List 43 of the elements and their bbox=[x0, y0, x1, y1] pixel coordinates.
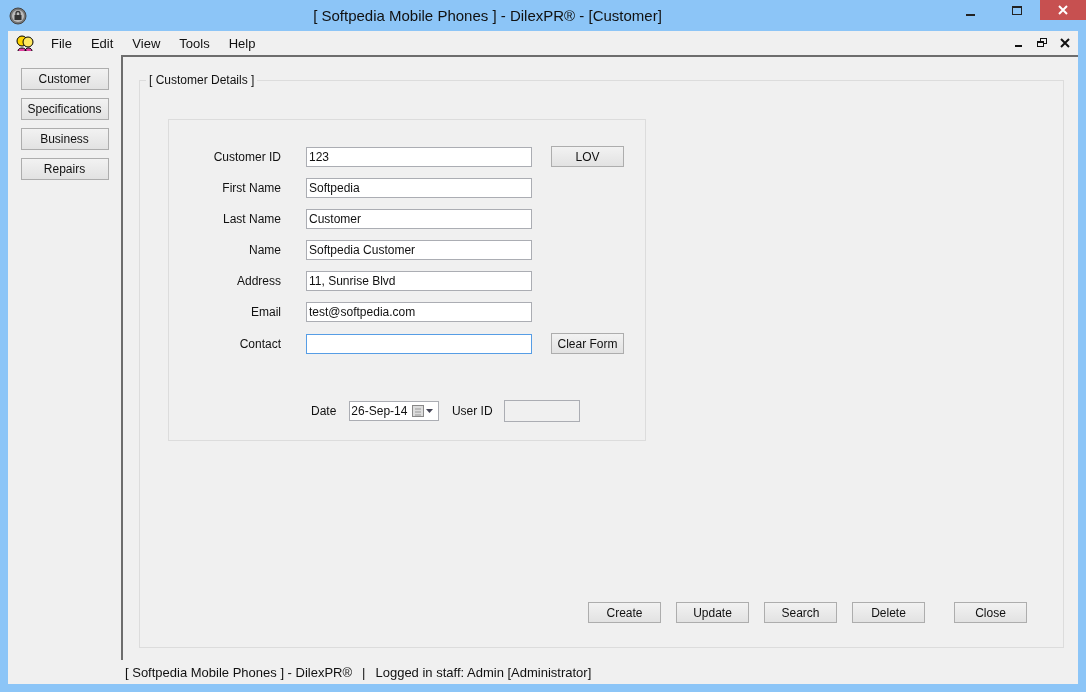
group-title: [ Customer Details ] bbox=[146, 73, 258, 87]
input-field[interactable]: 11, Sunrise Blvd bbox=[306, 271, 532, 291]
menu-item[interactable]: Edit bbox=[90, 35, 114, 51]
menu-item[interactable]: File bbox=[51, 35, 72, 51]
field-label: Name bbox=[248, 243, 281, 257]
menu-item[interactable]: Help bbox=[228, 35, 256, 51]
sidebar-button[interactable]: Customer bbox=[20, 68, 109, 90]
action-button[interactable]: Close bbox=[954, 602, 1027, 623]
input-field[interactable]: Softpedia bbox=[306, 178, 532, 198]
input-field[interactable]: Customer bbox=[306, 209, 532, 229]
input-field[interactable]: test@softpedia.com bbox=[306, 302, 532, 322]
menu-item[interactable]: View bbox=[132, 35, 161, 51]
sidebar-button[interactable]: Specifications bbox=[20, 98, 109, 120]
field-label: First Name bbox=[221, 181, 281, 195]
input-field[interactable] bbox=[306, 333, 532, 354]
form-button[interactable]: LOV bbox=[551, 146, 624, 167]
menu-item[interactable]: Tools bbox=[179, 35, 210, 51]
input-field[interactable]: 123 bbox=[306, 146, 532, 167]
close-icon[interactable] bbox=[1060, 38, 1070, 48]
date-picker[interactable]: 26-Sep-14 bbox=[349, 401, 439, 421]
field-label: Date bbox=[311, 404, 337, 418]
calendar-icon bbox=[411, 405, 434, 417]
sidebar-button[interactable]: Repairs bbox=[20, 158, 109, 180]
window-title: [ Softpedia Mobile Phones ] - DilexPR® - [Customer] bbox=[312, 7, 663, 24]
lock-icon bbox=[9, 6, 27, 25]
action-button[interactable]: Update bbox=[676, 602, 749, 623]
sidebar-button[interactable]: Business bbox=[20, 128, 109, 150]
status-separator: | bbox=[362, 664, 366, 680]
field-label: User ID bbox=[451, 404, 493, 418]
field-label: Last Name bbox=[221, 212, 281, 226]
form-button[interactable]: Clear Form bbox=[551, 333, 624, 354]
status-text: Logged in staff: Admin [Administrator] bbox=[375, 664, 592, 680]
field-label: Address bbox=[235, 274, 281, 288]
action-button[interactable]: Create bbox=[588, 602, 661, 623]
field-label: Customer ID bbox=[212, 149, 281, 164]
action-button[interactable]: Delete bbox=[852, 602, 925, 623]
input-field[interactable]: Softpedia Customer bbox=[306, 240, 532, 260]
field-label: Email bbox=[250, 305, 281, 319]
field-label: Contact bbox=[238, 336, 281, 351]
status-text: [ Softpedia Mobile Phones ] - DilexPR® bbox=[125, 664, 353, 680]
people-icon bbox=[16, 35, 34, 51]
action-button[interactable]: Search bbox=[764, 602, 837, 623]
restore-icon[interactable] bbox=[1037, 38, 1047, 48]
